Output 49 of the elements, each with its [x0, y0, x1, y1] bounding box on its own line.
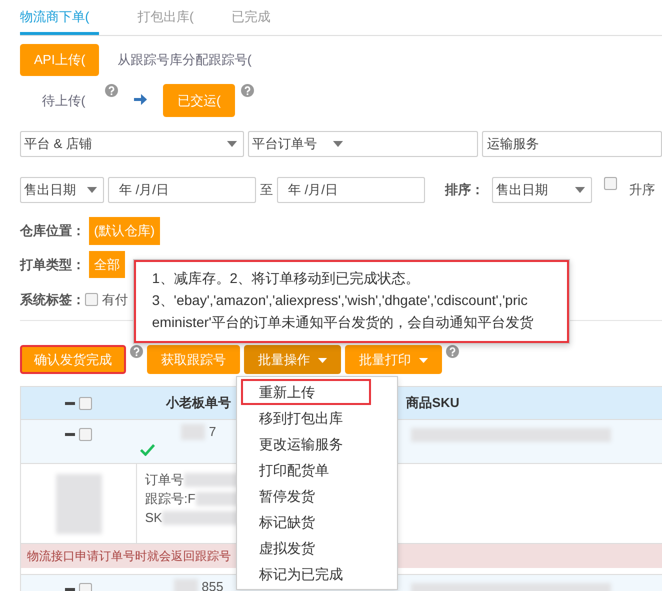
menu-item[interactable]: 虚拟发货 [241, 535, 393, 561]
shipping-field[interactable]: 运输服务 [482, 131, 662, 157]
filter-label: 打单类型： [20, 256, 85, 274]
menu-item[interactable]: 重新上传 [241, 379, 371, 405]
filter-label: 系统标签： [20, 291, 85, 309]
order-field-select[interactable]: 平台订单号 [248, 131, 478, 157]
redacted-area [180, 424, 205, 440]
redacted-area [56, 474, 102, 534]
help-icon[interactable] [446, 344, 459, 358]
caret-icon [419, 358, 428, 363]
sort-label: 排序： [445, 181, 484, 200]
range-label: 至 [260, 181, 273, 200]
order-detail: 跟踪号:F [145, 490, 196, 508]
menu-item[interactable]: 打印配货单 [241, 457, 393, 483]
ascending-label: 升序 [629, 181, 655, 200]
date-type-select[interactable]: 售出日期 [20, 177, 104, 203]
order-number: 7 [208, 423, 216, 441]
row-checkbox[interactable] [79, 428, 92, 441]
order-note: 物流接口申请订单号时就会返回跟踪号 [27, 549, 231, 563]
filter-label: 仓库位置： [20, 222, 85, 240]
row-checkbox[interactable] [79, 396, 92, 410]
ascending-checkbox[interactable] [604, 177, 617, 190]
stage-button[interactable]: 待上传( [28, 84, 100, 117]
order-detail: SK [145, 509, 162, 527]
order-detail: 订单号 [145, 471, 184, 489]
help-icon[interactable] [240, 84, 254, 96]
arrow-icon [134, 94, 148, 104]
order-number: 855 [202, 578, 224, 591]
tag-label: 有付 [102, 291, 128, 309]
tooltip-text: 3、'ebay','amazon','aliexpress','wish','dhgate','cdiscount','pric [152, 291, 529, 310]
column-header: 商品SKU [406, 394, 460, 412]
platform-select[interactable]: 平台 & 店铺 [20, 131, 244, 157]
source-button[interactable]: 从跟踪号库分配跟踪号( [107, 44, 262, 76]
menu-item[interactable]: 更改运输服务 [241, 431, 393, 457]
tooltip-text: 1、减库存。2、将订单移动到已完成状态。 [152, 269, 421, 288]
sort-select[interactable]: 售出日期 [492, 177, 592, 203]
tooltip-text: eminister'平台的订单未通知平台发货的，会自动通知平台发货 [152, 313, 534, 332]
menu-item[interactable]: 标记缺货 [241, 509, 393, 535]
date-field[interactable]: 年 /月/日 [277, 177, 425, 203]
column-header: 小老板单号 [164, 394, 232, 412]
help-icon[interactable] [105, 84, 118, 96]
help-icon[interactable] [130, 344, 143, 358]
tag-checkbox[interactable] [85, 293, 98, 306]
caret-icon [318, 358, 327, 363]
collapse-icon[interactable] [65, 402, 75, 404]
date-field[interactable]: 年 /月/日 [108, 177, 256, 203]
menu-item[interactable]: 标记为已完成 [241, 561, 393, 587]
menu-item[interactable]: 移到打包出库 [241, 405, 393, 431]
menu-item[interactable]: 暂停发货 [241, 483, 393, 509]
